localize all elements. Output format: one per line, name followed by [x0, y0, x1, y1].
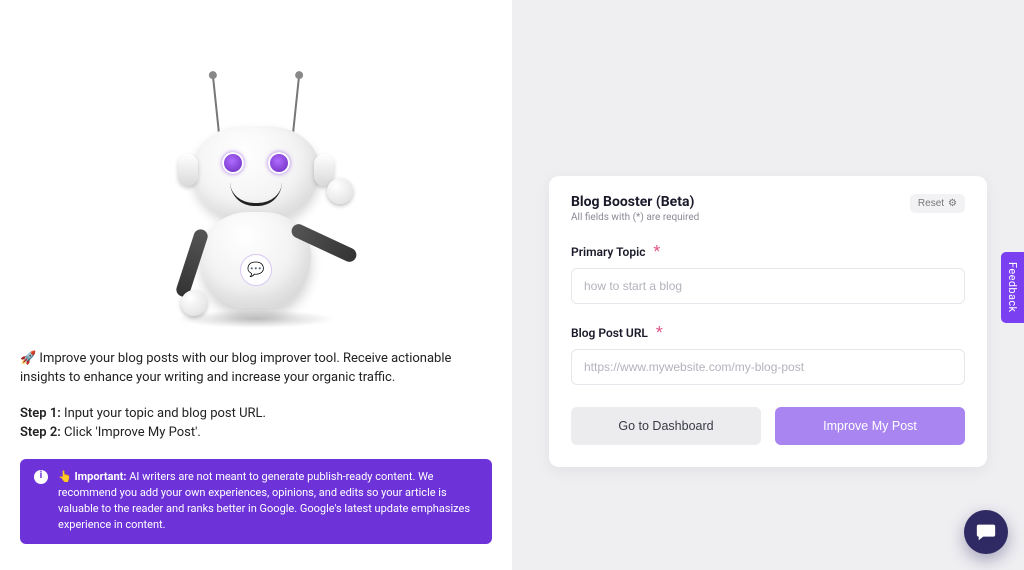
- form-card: Blog Booster (Beta) All fields with (*) …: [549, 176, 987, 467]
- blog-url-label: Blog Post URL: [571, 326, 648, 340]
- pointing-up-icon: 👆: [58, 470, 72, 483]
- step-2-label: Step 2:: [20, 425, 61, 440]
- primary-topic-input[interactable]: [571, 268, 965, 304]
- required-marker: *: [653, 241, 660, 260]
- card-subtitle: All fields with (*) are required: [571, 212, 699, 223]
- primary-topic-field: Primary Topic *: [571, 241, 965, 304]
- intro-paragraph: 🚀 Improve your blog posts with our blog …: [20, 350, 492, 388]
- intro-text: Improve your blog posts with our blog im…: [20, 351, 451, 385]
- important-notice: i 👆 Important: AI writers are not meant …: [20, 459, 492, 545]
- step-1-label: Step 1:: [20, 406, 61, 421]
- robot-belly-icon: 💬: [240, 254, 272, 286]
- blog-url-input[interactable]: [571, 349, 965, 385]
- blog-url-field: Blog Post URL *: [571, 322, 965, 385]
- right-panel: Blog Booster (Beta) All fields with (*) …: [512, 0, 1024, 570]
- notice-label: Important:: [74, 470, 126, 483]
- primary-topic-label: Primary Topic: [571, 245, 645, 259]
- step-1: Step 1: Input your topic and blog post U…: [20, 404, 492, 424]
- steps-block: Step 1: Input your topic and blog post U…: [20, 404, 492, 443]
- feedback-tab[interactable]: Feedback: [1001, 252, 1024, 323]
- card-title: Blog Booster (Beta): [571, 194, 699, 210]
- chat-icon: [975, 521, 997, 543]
- robot-illustration: 💬: [20, 78, 492, 328]
- reset-label: Reset: [918, 198, 944, 209]
- rocket-icon: 🚀: [20, 351, 36, 366]
- improve-my-post-button[interactable]: Improve My Post: [775, 407, 965, 445]
- gear-icon: ⚙: [948, 198, 957, 209]
- left-panel: 💬 🚀 Improve your blog posts with our blo…: [0, 0, 512, 570]
- step-1-text: Input your topic and blog post URL.: [61, 406, 266, 421]
- notice-body: 👆 Important: AI writers are not meant to…: [58, 469, 478, 533]
- chat-fab[interactable]: [964, 510, 1008, 554]
- go-to-dashboard-button[interactable]: Go to Dashboard: [571, 407, 761, 445]
- step-2-text: Click 'Improve My Post'.: [61, 425, 201, 440]
- step-2: Step 2: Click 'Improve My Post'.: [20, 423, 492, 443]
- reset-button[interactable]: Reset ⚙: [910, 194, 965, 213]
- required-marker: *: [656, 322, 663, 341]
- info-icon: i: [34, 470, 48, 484]
